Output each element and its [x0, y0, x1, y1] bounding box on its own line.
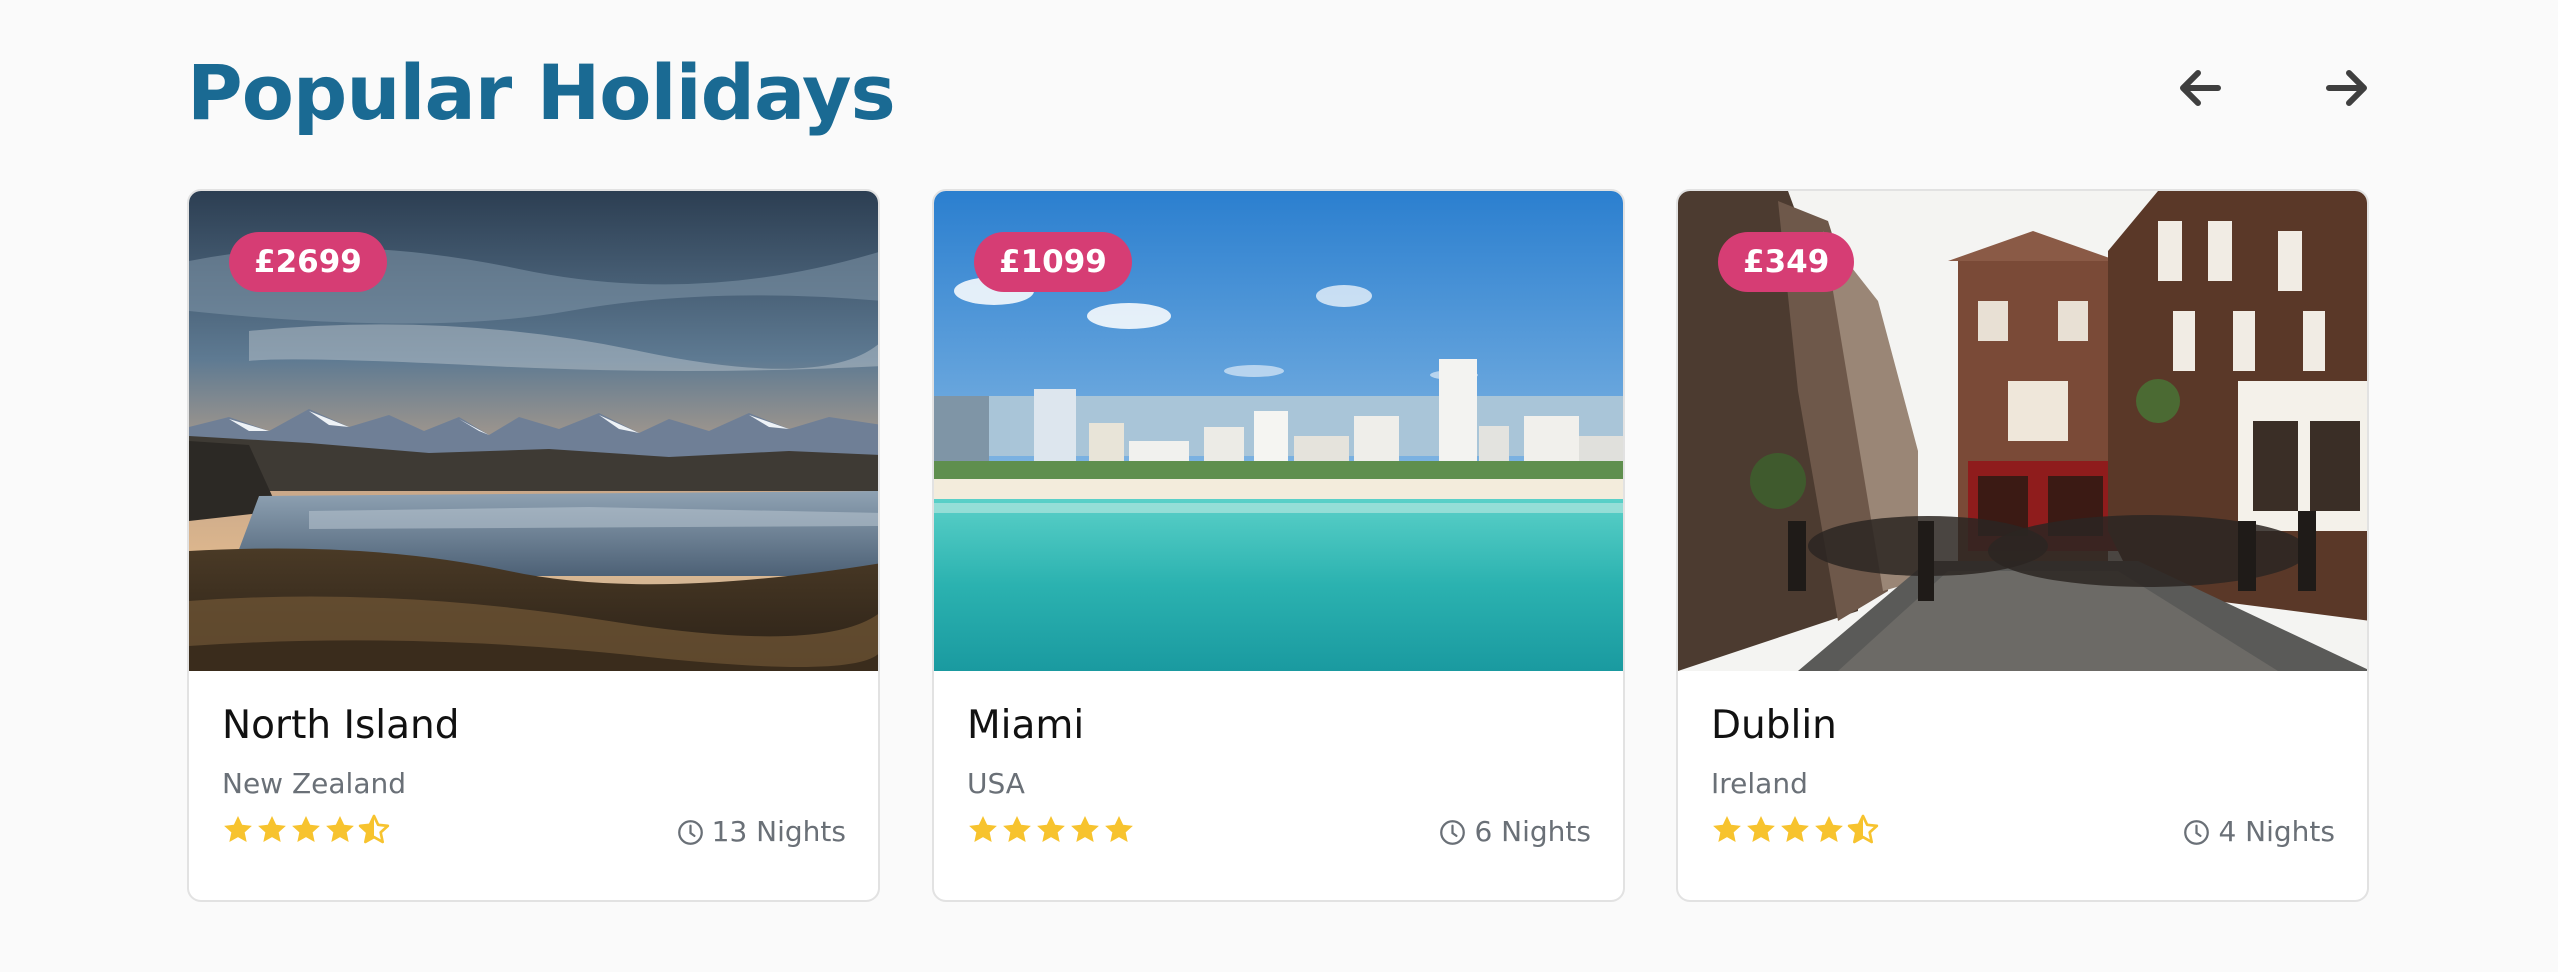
price-badge: £2699 — [229, 232, 387, 292]
star-icon — [1071, 816, 1099, 842]
star-icon — [1713, 816, 1741, 842]
card-country: New Zealand — [222, 767, 406, 800]
card-country: Ireland — [1711, 767, 1808, 800]
duration: 6 Nights — [1439, 812, 1591, 852]
star-icon — [292, 816, 320, 842]
star-icon — [969, 816, 997, 842]
star-icon — [1037, 816, 1065, 842]
star-icon — [1781, 816, 1809, 842]
holiday-card[interactable]: £349 Dublin Ireland 4 Nights — [1676, 189, 2369, 902]
holiday-card[interactable]: £1099 Miami USA 6 Nights — [932, 189, 1625, 902]
clock-icon — [1440, 819, 1466, 845]
star-half-icon — [358, 814, 390, 844]
duration: 13 Nights — [677, 812, 846, 852]
arrow-right-icon — [2326, 70, 2367, 106]
star-icon — [258, 816, 286, 842]
holiday-card[interactable]: £2699 North Island New Zealand 13 Nights — [187, 189, 880, 902]
holiday-image[interactable]: £1099 — [934, 191, 1623, 671]
star-rating — [967, 814, 1135, 846]
nights-label: 4 Nights — [2218, 815, 2335, 848]
previous-button[interactable] — [2160, 48, 2240, 128]
duration: 4 Nights — [2183, 812, 2335, 852]
star-icon — [1747, 816, 1775, 842]
star-icon — [1815, 816, 1843, 842]
section-title: Popular Holidays — [187, 48, 896, 137]
price-badge: £1099 — [974, 232, 1132, 292]
star-icon — [326, 816, 354, 842]
card-title[interactable]: Miami — [967, 701, 1084, 751]
clock-icon — [677, 819, 703, 845]
nights-label: 13 Nights — [711, 815, 846, 848]
star-rating — [1711, 814, 1879, 846]
card-title[interactable]: North Island — [222, 701, 460, 751]
star-icon — [1105, 816, 1133, 842]
star-icon — [224, 816, 252, 842]
holiday-image[interactable]: £2699 — [189, 191, 878, 671]
card-country: USA — [967, 767, 1025, 800]
card-title[interactable]: Dublin — [1711, 701, 1837, 751]
arrow-left-icon — [2180, 70, 2221, 106]
nights-label: 6 Nights — [1474, 815, 1591, 848]
star-icon — [1003, 816, 1031, 842]
next-button[interactable] — [2307, 48, 2387, 128]
clock-icon — [2184, 819, 2210, 845]
star-rating — [222, 814, 390, 846]
price-badge: £349 — [1718, 232, 1855, 292]
holiday-image[interactable]: £349 — [1678, 191, 2367, 671]
star-half-icon — [1847, 814, 1879, 844]
